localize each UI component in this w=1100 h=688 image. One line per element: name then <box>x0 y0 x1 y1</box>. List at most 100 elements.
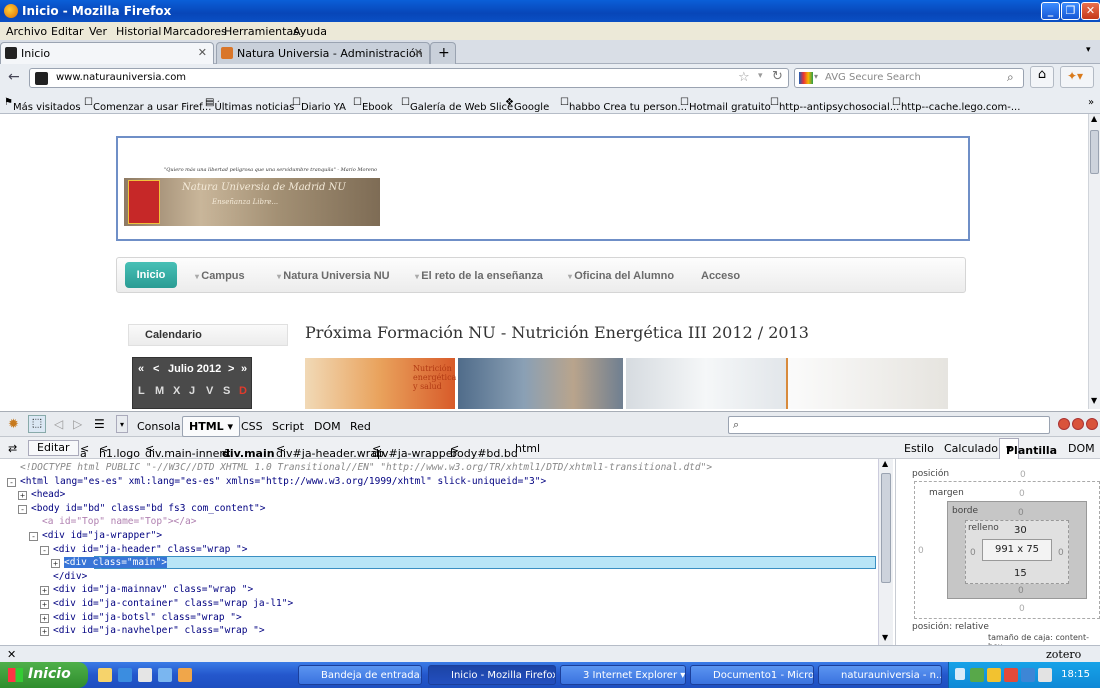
tree-node[interactable]: <a id="Top" name="Top"></a> <box>42 516 196 527</box>
bookmark-google[interactable]: ❖ Google <box>505 97 549 113</box>
scroll-down-icon[interactable]: ▼ <box>1091 396 1097 405</box>
nav-inicio[interactable]: Inicio <box>125 262 177 288</box>
tray-volume-icon[interactable] <box>1038 668 1052 682</box>
inspect-icon[interactable]: ⬚ <box>28 415 46 433</box>
bookmark-antipsychosocial[interactable]: ☐ http--antipsychosocial... <box>770 97 899 113</box>
page-scrollbar[interactable]: ▲ ▼ <box>1088 114 1100 409</box>
url-dropdown-icon[interactable]: ▾ <box>758 71 763 81</box>
tree-toggle-icon[interactable]: + <box>18 491 27 501</box>
tray-network-icon[interactable] <box>970 668 984 682</box>
bookmark-comenzar[interactable]: ☐ Comenzar a usar Firef... <box>84 97 211 113</box>
bookmark-ultimas-noticias[interactable]: ▤ Últimas noticias <box>205 97 294 113</box>
firebug-close-icon[interactable] <box>1086 418 1098 430</box>
maximize-button[interactable]: ❐ <box>1061 2 1080 20</box>
tree-node-selected[interactable]: <div class="main"> <box>64 557 167 569</box>
back-arrow-icon[interactable]: ← <box>8 69 20 85</box>
ie-alt-quicklaunch-icon[interactable] <box>158 668 172 682</box>
menu-ver[interactable]: Ver <box>89 25 107 38</box>
tree-toggle-icon[interactable]: + <box>40 586 49 596</box>
tree-node[interactable]: <!DOCTYPE html PUBLIC "-//W3C//DTD XHTML… <box>20 462 712 473</box>
nav-natura-universia[interactable]: ▾ Natura Universia NU <box>277 270 390 282</box>
task-naturauniversia[interactable]: naturauniversia - n... <box>818 665 942 685</box>
tree-node[interactable]: <head> <box>31 489 65 500</box>
tab-consola[interactable]: Consola <box>137 420 181 433</box>
task-internet-explorer[interactable]: 3 Internet Explorer ▾ <box>560 665 686 685</box>
tree-toggle-icon[interactable]: + <box>51 559 60 569</box>
forward-icon[interactable]: ▷ <box>73 417 82 431</box>
edit-tree-icon[interactable]: ⇄ <box>8 442 17 455</box>
panel-list-icon[interactable]: ☰ <box>94 417 105 431</box>
menu-historial[interactable]: Historial <box>116 25 161 38</box>
show-desktop-icon[interactable] <box>98 668 112 682</box>
firebug-icon[interactable]: ✹ <box>8 417 19 432</box>
crumb-ja-wrapper[interactable]: div#ja-wrapper < <box>372 442 457 460</box>
tree-toggle-icon[interactable]: - <box>18 504 27 514</box>
tab-inicio[interactable]: Inicio ✕ <box>0 42 214 64</box>
nav-oficina-alumno[interactable]: ▾ Oficina del Alumno <box>568 270 674 282</box>
calendar-next-month[interactable]: > <box>228 363 234 375</box>
reload-icon[interactable]: ↻ <box>772 69 783 84</box>
start-button[interactable]: Inicio <box>0 662 88 688</box>
search-engine-dropdown-icon[interactable]: ▾ <box>814 72 818 81</box>
word-quicklaunch-icon[interactable] <box>138 668 152 682</box>
firebug-detach-icon[interactable] <box>1072 418 1084 430</box>
tree-toggle-icon[interactable]: - <box>40 545 49 555</box>
tab-script[interactable]: Script <box>272 420 304 433</box>
scroll-up-icon[interactable]: ▲ <box>1091 114 1097 123</box>
ie-quicklaunch-icon[interactable] <box>118 668 132 682</box>
tree-toggle-icon[interactable]: + <box>40 600 49 609</box>
side-tab-estilo[interactable]: Estilo <box>904 442 934 455</box>
panel-menu-icon[interactable]: ▾ <box>116 415 128 433</box>
menu-herramientas[interactable]: Herramientas <box>224 25 299 38</box>
tray-shield-icon[interactable] <box>1021 668 1035 682</box>
tab-html[interactable]: HTML ▾ <box>182 416 241 437</box>
article-image-group[interactable] <box>458 358 623 409</box>
menu-marcadores[interactable]: Marcadores <box>163 25 227 38</box>
menu-archivo[interactable]: Archivo <box>6 25 47 38</box>
scroll-up-icon[interactable]: ▲ <box>882 459 888 468</box>
crumb-h1-logo[interactable]: h1.logo < <box>99 442 140 460</box>
html-panel-scrollbar[interactable]: ▲ ▼ <box>878 459 893 645</box>
url-bar[interactable]: www.naturauniversia.com ☆ ▾ ↻ <box>29 68 789 88</box>
search-magnifier-icon[interactable]: ⌕ <box>1007 70 1014 85</box>
close-tab-icon[interactable]: ✕ <box>414 46 423 59</box>
bookmark-lego[interactable]: ☐ http--cache.lego.com-... <box>892 97 1020 113</box>
bookmark-hotmail[interactable]: ☐ Hotmail gratuito <box>680 97 771 113</box>
crumb-html[interactable]: html <box>515 442 540 455</box>
site-identity-icon[interactable] <box>35 72 48 85</box>
tab-administracion[interactable]: Natura Universia - Administración ✕ <box>216 42 430 64</box>
calendar-prev-year[interactable]: « <box>138 363 144 375</box>
back-icon[interactable]: ◁ <box>54 417 63 431</box>
scroll-thumb[interactable] <box>881 473 891 583</box>
tree-node[interactable]: </div> <box>53 571 87 582</box>
bookmark-galeria[interactable]: ☐ Galería de Web Slice <box>401 97 513 113</box>
minimize-button[interactable]: _ <box>1041 2 1060 20</box>
scroll-thumb[interactable] <box>1090 130 1099 174</box>
article-image-document[interactable] <box>786 358 948 409</box>
side-tab-dom[interactable]: DOM <box>1068 442 1095 455</box>
nav-el-reto[interactable]: ▾ El reto de la enseñanza <box>415 270 543 282</box>
tree-toggle-icon[interactable]: - <box>29 532 38 541</box>
bookmark-habbo[interactable]: ☐ habbo Crea tu person... <box>560 97 687 113</box>
article-image-brochure[interactable]: Nutrición energética y salud <box>305 358 456 409</box>
side-tab-plantilla[interactable]: Plantilla ▾ <box>999 438 1057 459</box>
firefox-quicklaunch-icon[interactable] <box>178 668 192 682</box>
bookmark-diario-ya[interactable]: ☐ Diario YA <box>292 97 346 113</box>
close-tab-icon[interactable]: ✕ <box>198 46 207 59</box>
article-image-classroom[interactable] <box>626 358 786 409</box>
menu-ayuda[interactable]: Ayuda <box>293 25 327 38</box>
tray-mail-icon[interactable] <box>987 668 1001 682</box>
tab-dom[interactable]: DOM <box>314 420 341 433</box>
task-documento1[interactable]: Documento1 - Micro... <box>690 665 814 685</box>
crumb-ja-header[interactable]: div#ja-header.wrap < <box>276 442 384 460</box>
tray-antivirus-icon[interactable] <box>1004 668 1018 682</box>
article-title[interactable]: Próxima Formación NU - Nutrición Energét… <box>305 323 809 342</box>
edit-button[interactable]: Editar <box>28 440 79 456</box>
tree-node[interactable]: <body id="bd" class="bd fs3 com_content"… <box>31 503 266 514</box>
side-tab-calculado[interactable]: Calculado <box>944 442 998 455</box>
new-tab-button[interactable]: + <box>430 42 456 64</box>
tree-node[interactable]: <div id="ja-wrapper"> <box>42 530 162 541</box>
tree-toggle-icon[interactable]: + <box>40 627 49 637</box>
bookmark-star-icon[interactable]: ☆ <box>738 70 750 85</box>
tree-node[interactable]: <html lang="es-es" xml:lang="es-es" xmln… <box>20 476 546 487</box>
